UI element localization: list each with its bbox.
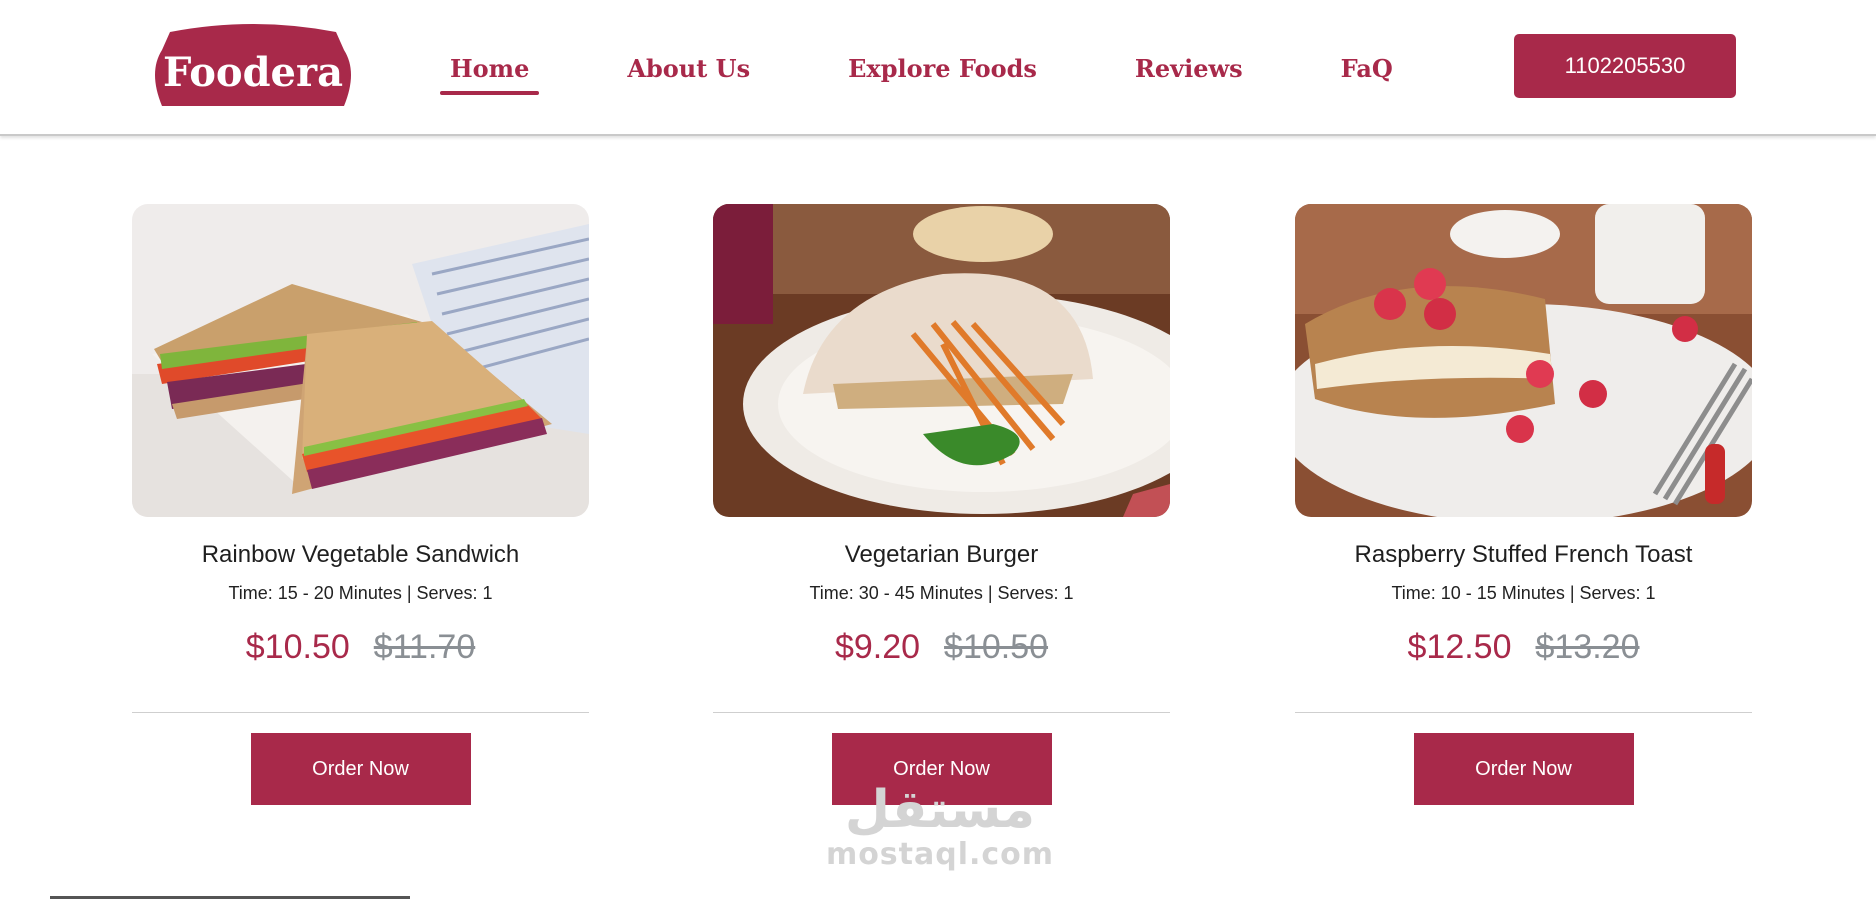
watermark-latin-text: mostaql.com	[825, 837, 1055, 872]
card-divider	[132, 712, 589, 713]
watermark-arabic-text: مستقل	[844, 780, 1036, 840]
watermark: مستقل mostaql.com	[820, 782, 1060, 892]
old-price: $10.50	[944, 628, 1049, 666]
site-header: Foodera Home About Us Explore Foods Revi…	[0, 0, 1876, 136]
nav-reviews[interactable]: Reviews	[1125, 48, 1253, 95]
food-card: Rainbow Vegetable Sandwich Time: 15 - 20…	[132, 204, 589, 805]
nav-explore-foods[interactable]: Explore Foods	[838, 48, 1047, 95]
burger-photo	[713, 204, 1170, 517]
foodera-logo[interactable]: Foodera	[148, 22, 358, 108]
old-price: $13.20	[1535, 628, 1640, 666]
card-title: Vegetarian Burger	[844, 541, 1039, 568]
nav-about-us[interactable]: About Us	[617, 48, 760, 95]
french-toast-photo	[1295, 204, 1752, 517]
current-price: $12.50	[1407, 628, 1512, 666]
order-now-button[interactable]: Order Now	[250, 733, 471, 805]
card-title: Raspberry Stuffed French Toast	[1354, 541, 1693, 568]
current-price: $9.20	[834, 628, 921, 666]
price-row: $9.20 $10.50	[713, 628, 1170, 672]
order-now-button[interactable]: Order Now	[1413, 733, 1634, 805]
price-row: $10.50 $11.70	[132, 628, 589, 672]
sandwich-photo	[132, 204, 589, 517]
current-price: $10.50	[245, 628, 350, 666]
card-meta: Time: 30 - 45 Minutes | Serves: 1	[809, 583, 1074, 603]
card-divider	[713, 712, 1170, 713]
french-toast-image-illustration	[1295, 204, 1752, 517]
burger-image-illustration	[713, 204, 1170, 517]
nav-home[interactable]: Home	[440, 48, 540, 95]
page: Foodera Home About Us Explore Foods Revi…	[0, 0, 1876, 899]
card-title: Rainbow Vegetable Sandwich	[201, 541, 520, 568]
logo-text: Foodera	[163, 49, 343, 96]
old-price: $11.70	[373, 628, 476, 666]
food-card: Raspberry Stuffed French Toast Time: 10 …	[1295, 204, 1752, 805]
phone-button[interactable]: 1102205530	[1514, 34, 1736, 98]
price-row: $12.50 $13.20	[1295, 628, 1752, 672]
logo-badge: Foodera	[155, 24, 351, 106]
food-card: Vegetarian Burger Time: 30 - 45 Minutes …	[713, 204, 1170, 805]
main-nav: Home About Us Explore Foods Reviews FaQ	[440, 48, 1403, 100]
card-divider	[1295, 712, 1752, 713]
sandwich-image-illustration	[132, 204, 589, 517]
nav-faq[interactable]: FaQ	[1331, 48, 1403, 95]
card-meta: Time: 15 - 20 Minutes | Serves: 1	[228, 583, 493, 603]
card-meta: Time: 10 - 15 Minutes | Serves: 1	[1391, 583, 1656, 603]
